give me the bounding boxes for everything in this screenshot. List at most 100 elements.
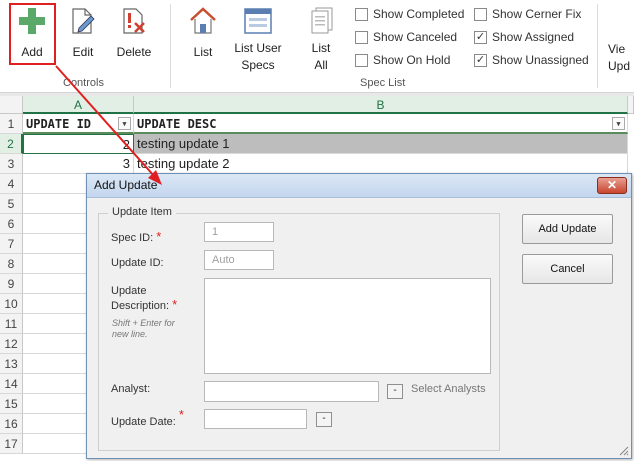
checkbox-label: Show Cerner Fix bbox=[492, 7, 582, 21]
edit-button[interactable]: Edit bbox=[62, 4, 104, 61]
checkbox-label: Show On Hold bbox=[373, 53, 451, 67]
spec-id-label-text: Spec ID: bbox=[111, 232, 154, 244]
cell-a3[interactable]: 3 bbox=[23, 154, 134, 174]
controls-group-label: Controls bbox=[63, 77, 104, 89]
row-header[interactable]: 9 bbox=[0, 274, 23, 294]
checkmark-icon: ✓ bbox=[474, 53, 487, 67]
view-updates-label-1: Vie bbox=[608, 42, 626, 56]
edit-button-label: Edit bbox=[72, 45, 94, 59]
checkmark-icon: ✓ bbox=[474, 30, 487, 44]
list-all-button[interactable]: List All bbox=[302, 4, 340, 74]
ribbon: Add Edit Delete Controls List List User … bbox=[0, 0, 634, 93]
select-all-corner[interactable] bbox=[0, 96, 23, 114]
view-updates-button[interactable]: Vie Upd bbox=[608, 41, 634, 75]
list-button[interactable]: List bbox=[184, 4, 222, 61]
show-canceled-checkbox[interactable]: Show Canceled bbox=[355, 30, 457, 44]
row-header[interactable]: 10 bbox=[0, 294, 23, 314]
view-updates-label-2: Upd bbox=[608, 59, 631, 73]
show-completed-checkbox[interactable]: Show Completed bbox=[355, 7, 464, 21]
list-user-specs-label-1: List User bbox=[234, 41, 282, 55]
header-label: UPDATE ID bbox=[26, 117, 92, 131]
spec-id-field[interactable]: 1 bbox=[204, 222, 274, 242]
checkbox-box bbox=[355, 30, 368, 44]
checkbox-label: Show Completed bbox=[373, 7, 465, 21]
edit-icon bbox=[62, 4, 104, 38]
cell-a2[interactable]: 2 bbox=[23, 134, 134, 154]
cell-b2[interactable]: testing update 1 bbox=[134, 134, 628, 154]
filter-dropdown-icon[interactable]: ▼ bbox=[118, 117, 131, 130]
cancel-button[interactable]: Cancel bbox=[522, 254, 613, 284]
row-header[interactable]: 15 bbox=[0, 394, 23, 414]
header-cell-update-id[interactable]: UPDATE ID ▼ bbox=[23, 114, 134, 134]
row-header[interactable]: 17 bbox=[0, 434, 23, 454]
column-header-a[interactable]: A bbox=[23, 96, 134, 114]
list-all-label-2: All bbox=[314, 58, 328, 72]
update-id-label: Update ID: bbox=[111, 257, 164, 269]
column-header-c[interactable] bbox=[628, 96, 634, 114]
update-id-field[interactable]: Auto bbox=[204, 250, 274, 270]
column-header-b[interactable]: B bbox=[134, 96, 628, 114]
row-header[interactable]: 16 bbox=[0, 414, 23, 434]
checkbox-box bbox=[355, 7, 368, 21]
row-header[interactable]: 8 bbox=[0, 254, 23, 274]
add-update-button[interactable]: Add Update bbox=[522, 214, 613, 244]
header-label: UPDATE DESC bbox=[137, 117, 217, 131]
checkbox-label: Show Canceled bbox=[373, 30, 458, 44]
close-icon[interactable]: ✕ bbox=[597, 177, 627, 194]
update-date-field[interactable] bbox=[204, 409, 307, 429]
analyst-select-button[interactable]: - bbox=[387, 384, 403, 399]
update-date-label: Update Date: * bbox=[111, 407, 184, 428]
update-description-label-line2: Description: bbox=[111, 300, 170, 312]
header-cell-update-desc[interactable]: UPDATE DESC ▼ bbox=[134, 114, 628, 134]
row-header[interactable]: 14 bbox=[0, 374, 23, 394]
form-icon bbox=[230, 4, 286, 38]
date-picker-button[interactable]: - bbox=[316, 412, 332, 427]
resize-grip-icon[interactable] bbox=[617, 444, 629, 456]
update-description-label-line1: Update bbox=[111, 285, 147, 297]
row-header[interactable]: 3 bbox=[0, 154, 23, 174]
show-unassigned-checkbox[interactable]: ✓ Show Unassigned bbox=[474, 53, 589, 67]
description-hint: Shift + Enter for new line. bbox=[112, 318, 175, 339]
ribbon-separator bbox=[170, 4, 171, 88]
row-header[interactable]: 11 bbox=[0, 314, 23, 334]
dialog-titlebar[interactable]: Add Update ✕ bbox=[87, 174, 631, 198]
row-header[interactable]: 7 bbox=[0, 234, 23, 254]
dialog-title: Add Update bbox=[94, 178, 158, 192]
delete-icon bbox=[112, 4, 156, 38]
required-marker: * bbox=[156, 229, 162, 244]
delete-button[interactable]: Delete bbox=[112, 4, 156, 61]
update-date-label-text: Update Date: bbox=[111, 416, 176, 428]
checkbox-box bbox=[474, 7, 487, 21]
row-header[interactable]: 6 bbox=[0, 214, 23, 234]
documents-icon bbox=[302, 4, 340, 38]
update-description-field[interactable] bbox=[204, 278, 491, 374]
spec-id-label: Spec ID: * bbox=[111, 229, 161, 244]
row-header[interactable]: 1 bbox=[0, 114, 23, 134]
row-header[interactable]: 12 bbox=[0, 334, 23, 354]
row-header[interactable]: 13 bbox=[0, 354, 23, 374]
row-header[interactable]: 4 bbox=[0, 174, 23, 194]
list-button-label: List bbox=[193, 45, 213, 59]
analyst-field[interactable] bbox=[204, 381, 379, 402]
required-marker: * bbox=[172, 297, 178, 312]
show-on-hold-checkbox[interactable]: Show On Hold bbox=[355, 53, 450, 67]
checkbox-box bbox=[355, 53, 368, 67]
analyst-label: Analyst: bbox=[111, 383, 151, 395]
show-assigned-checkbox[interactable]: ✓ Show Assigned bbox=[474, 30, 574, 44]
select-analysts-label: Select Analysts bbox=[411, 383, 486, 395]
list-user-specs-label-2: Specs bbox=[241, 58, 275, 72]
add-update-dialog: Add Update ✕ Update Item Spec ID: * 1 Up… bbox=[86, 173, 632, 459]
add-button[interactable]: Add bbox=[10, 4, 54, 61]
checkbox-label: Show Unassigned bbox=[492, 53, 589, 67]
list-user-specs-button[interactable]: List User Specs bbox=[230, 4, 286, 74]
update-item-group-label: Update Item bbox=[108, 206, 176, 218]
show-cerner-fix-checkbox[interactable]: Show Cerner Fix bbox=[474, 7, 581, 21]
row-header[interactable]: 5 bbox=[0, 194, 23, 214]
cell-b3[interactable]: testing update 2 bbox=[134, 154, 628, 174]
checkbox-label: Show Assigned bbox=[492, 30, 575, 44]
house-icon bbox=[184, 4, 222, 38]
filter-dropdown-icon[interactable]: ▼ bbox=[612, 117, 625, 130]
delete-button-label: Delete bbox=[116, 45, 152, 59]
row-header[interactable]: 2 bbox=[0, 134, 23, 154]
spec-list-group-label: Spec List bbox=[360, 77, 406, 89]
